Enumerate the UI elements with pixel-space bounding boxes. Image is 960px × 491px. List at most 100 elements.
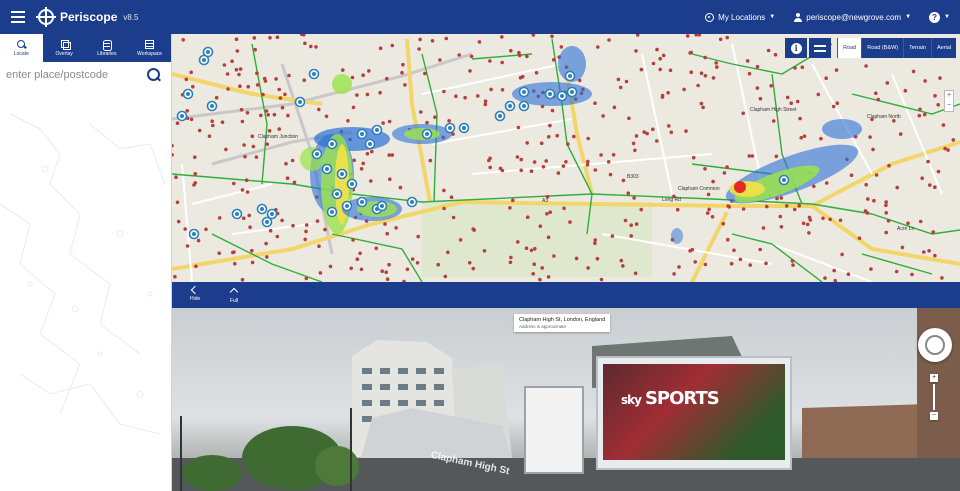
map-zoom-control[interactable]: + − bbox=[944, 90, 954, 112]
location-pin-icon[interactable] bbox=[256, 203, 268, 215]
location-pin-icon[interactable] bbox=[311, 148, 323, 160]
property-dot bbox=[204, 227, 208, 232]
property-dot bbox=[669, 130, 674, 135]
property-dot bbox=[626, 191, 631, 195]
property-dot bbox=[220, 120, 225, 124]
location-pin-icon[interactable] bbox=[346, 178, 358, 190]
map-type-road-bw[interactable]: Road (B&W) bbox=[861, 38, 904, 58]
property-dot bbox=[697, 34, 702, 37]
property-dot bbox=[922, 250, 926, 254]
zoom-out-icon[interactable]: − bbox=[930, 412, 938, 420]
user-menu[interactable]: periscope@newgrove.com ▼ bbox=[793, 12, 911, 22]
hamburger-menu-icon[interactable] bbox=[0, 0, 36, 34]
map-type-road[interactable]: Road bbox=[837, 38, 862, 58]
location-pin-icon[interactable] bbox=[308, 68, 320, 80]
info-button[interactable]: i bbox=[785, 38, 808, 58]
property-dot bbox=[230, 59, 234, 63]
location-pin-icon[interactable] bbox=[356, 128, 368, 140]
location-pin-icon[interactable] bbox=[544, 88, 556, 100]
location-pin-icon[interactable] bbox=[261, 216, 273, 228]
location-pin-icon[interactable] bbox=[356, 196, 368, 208]
location-pin-icon[interactable] bbox=[556, 90, 568, 102]
location-pin-icon[interactable] bbox=[371, 124, 383, 136]
property-dot bbox=[624, 79, 629, 84]
hide-button[interactable]: Hide bbox=[190, 285, 201, 302]
map-type-selector: Road Road (B&W) Terrain Aerial bbox=[837, 38, 956, 58]
property-dot bbox=[193, 155, 197, 159]
property-dot bbox=[275, 234, 280, 239]
property-dot bbox=[525, 54, 529, 59]
property-dot bbox=[923, 79, 927, 83]
tab-libraries[interactable]: Libraries bbox=[86, 34, 129, 62]
location-pin-icon[interactable] bbox=[564, 70, 576, 82]
map-view[interactable]: Clapham Junction Clapham High Street Cla… bbox=[172, 34, 960, 282]
location-pin-icon[interactable] bbox=[406, 196, 418, 208]
location-pin-icon[interactable] bbox=[421, 128, 433, 140]
location-pin-icon[interactable] bbox=[188, 228, 200, 240]
location-pin-icon[interactable] bbox=[376, 200, 388, 212]
swap-layers-button[interactable] bbox=[809, 38, 832, 58]
property-dot bbox=[301, 34, 306, 37]
location-pin-icon[interactable] bbox=[458, 122, 470, 134]
property-dot bbox=[240, 119, 245, 124]
location-pin-icon[interactable] bbox=[331, 188, 343, 200]
property-dot bbox=[482, 249, 487, 253]
map-type-aerial[interactable]: Aerial bbox=[930, 38, 956, 58]
map-canvas[interactable] bbox=[172, 34, 960, 282]
location-pin-icon[interactable] bbox=[294, 96, 306, 108]
location-pin-icon[interactable] bbox=[182, 88, 194, 100]
property-dot bbox=[415, 261, 420, 265]
tab-workspace[interactable]: Workspace bbox=[128, 34, 171, 62]
property-dot bbox=[726, 204, 730, 208]
property-dot bbox=[599, 277, 604, 282]
location-pin-icon[interactable] bbox=[778, 174, 790, 186]
street-view-zoom-control[interactable]: + − bbox=[930, 374, 938, 420]
location-pin-icon[interactable] bbox=[176, 110, 188, 122]
location-pin-icon[interactable] bbox=[326, 138, 338, 150]
location-pin-icon[interactable] bbox=[566, 86, 578, 98]
property-dot bbox=[785, 95, 790, 100]
location-pin-icon[interactable] bbox=[326, 206, 338, 218]
location-pin-icon[interactable] bbox=[198, 54, 210, 66]
full-button[interactable]: Full bbox=[229, 287, 239, 304]
location-pin-icon[interactable] bbox=[444, 122, 456, 134]
hide-label: Hide bbox=[190, 296, 201, 302]
property-dot bbox=[275, 35, 280, 39]
location-pin-icon[interactable] bbox=[364, 138, 376, 150]
property-dot bbox=[194, 264, 198, 269]
property-dot bbox=[562, 206, 566, 211]
property-dot bbox=[250, 260, 255, 265]
property-dot bbox=[824, 181, 829, 185]
location-pin-icon[interactable] bbox=[504, 100, 516, 112]
property-dot bbox=[451, 215, 456, 220]
tab-locate[interactable]: Locate bbox=[0, 34, 43, 62]
location-pin-icon[interactable] bbox=[231, 208, 243, 220]
property-dot bbox=[246, 84, 250, 89]
my-locations-menu[interactable]: My Locations ▼ bbox=[705, 12, 775, 22]
property-dot bbox=[691, 155, 696, 160]
tab-overlay[interactable]: Overlay bbox=[43, 34, 86, 62]
map-type-terrain[interactable]: Terrain bbox=[903, 38, 931, 58]
location-pin-icon[interactable] bbox=[518, 100, 530, 112]
property-dot bbox=[703, 167, 707, 171]
property-dot bbox=[235, 49, 240, 53]
street-view-panel[interactable]: sky SPORTS Clapham High St Clapham High S… bbox=[172, 308, 960, 491]
help-menu[interactable]: ? ▼ bbox=[929, 11, 950, 23]
property-dot bbox=[874, 173, 879, 177]
place-postcode-input[interactable] bbox=[6, 69, 136, 81]
property-dot bbox=[277, 87, 281, 92]
location-pin-icon[interactable] bbox=[206, 100, 218, 112]
property-dot bbox=[438, 58, 442, 62]
location-pin-icon[interactable] bbox=[321, 163, 333, 175]
property-dot bbox=[661, 53, 666, 58]
property-dot bbox=[738, 257, 743, 262]
property-dot bbox=[725, 165, 729, 169]
street-view-compass-icon[interactable] bbox=[918, 328, 952, 362]
property-dot bbox=[405, 267, 410, 272]
location-pin-icon[interactable] bbox=[494, 110, 506, 122]
location-pin-icon[interactable] bbox=[518, 86, 530, 98]
location-pin-icon[interactable] bbox=[341, 200, 353, 212]
location-pin-icon[interactable] bbox=[336, 168, 348, 180]
search-button-icon[interactable] bbox=[147, 68, 161, 82]
zoom-in-icon[interactable]: + bbox=[930, 374, 938, 382]
